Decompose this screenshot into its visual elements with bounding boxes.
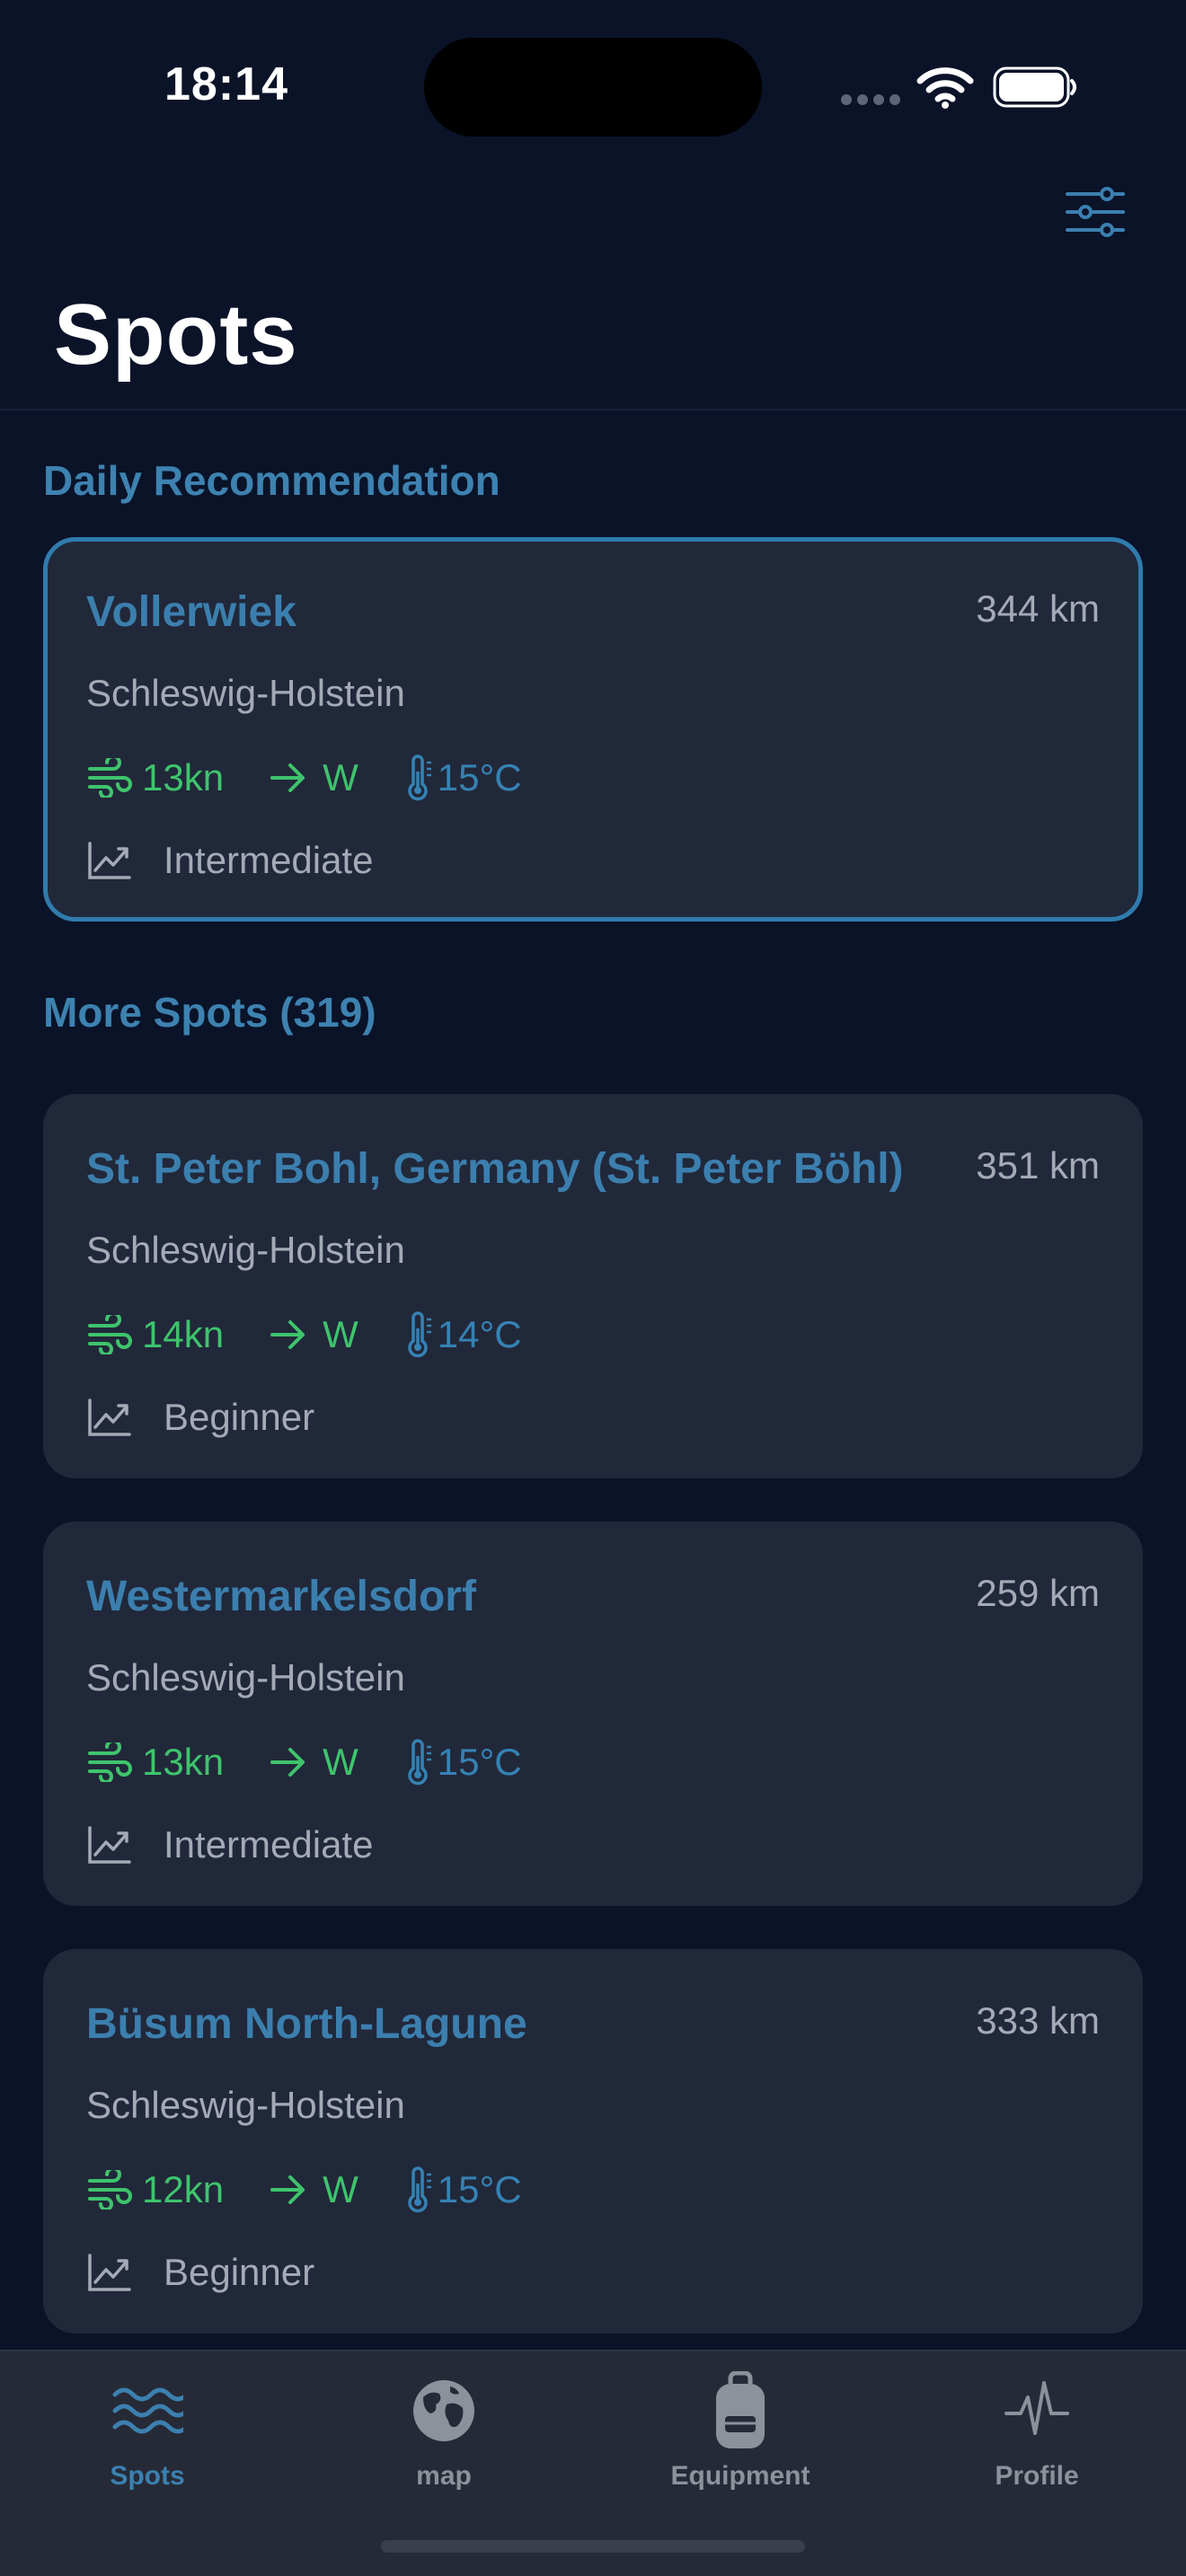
direction-metric: W	[269, 1313, 358, 1356]
wind-icon	[88, 758, 132, 798]
direction-metric: W	[269, 2168, 358, 2211]
spot-name: Westermarkelsdorf	[86, 1573, 476, 1620]
temperature: 14°C	[437, 1313, 522, 1355]
skill-level: Intermediate	[164, 1823, 374, 1866]
wind-icon	[88, 2170, 132, 2210]
spot-card[interactable]: St. Peter Bohl, Germany (St. Peter Böhl)…	[43, 1094, 1143, 1478]
spot-region: Schleswig-Holstein	[86, 1656, 405, 1698]
spot-distance: 333 km	[976, 1999, 1100, 2042]
wifi-icon	[916, 67, 974, 109]
spot-name: St. Peter Bohl, Germany (St. Peter Böhl)	[86, 1145, 904, 1193]
tab-spots[interactable]: Spots	[49, 2369, 246, 2504]
wind-metric: 14kn	[86, 1313, 224, 1356]
wind-speed: 14kn	[142, 1313, 225, 1355]
temperature-metric: 15°C	[405, 2166, 522, 2214]
temperature-metric: 15°C	[405, 1738, 522, 1786]
status-time: 18:14	[164, 58, 288, 110]
battery-icon	[993, 66, 1076, 108]
tab-map[interactable]: map	[345, 2369, 543, 2504]
spot-level: Beginner	[86, 1392, 314, 1442]
waves-icon	[112, 2387, 183, 2434]
wind-metric: 12kn	[86, 2168, 224, 2211]
spot-level: Beginner	[86, 2247, 314, 2298]
arrow-right-icon	[270, 2175, 305, 2204]
wind-direction: W	[323, 1741, 358, 1783]
tab-label: Profile	[995, 2461, 1079, 2491]
more-spots-title: More Spots (319)	[43, 989, 376, 1036]
spot-card[interactable]: Westermarkelsdorf 259 km Schleswig-Holstei…	[43, 1522, 1143, 1906]
thermometer-icon	[408, 1311, 431, 1358]
tab-label: Spots	[110, 2461, 185, 2491]
skill-level: Beginner	[164, 2251, 315, 2293]
wind-speed: 12kn	[142, 2168, 225, 2210]
spot-name: Büsum North-Lagune	[86, 2000, 527, 2048]
thermometer-icon	[408, 1739, 431, 1786]
temperature-metric: 14°C	[405, 1310, 522, 1359]
temperature: 15°C	[437, 2168, 522, 2210]
spot-level: Intermediate	[86, 835, 373, 886]
spot-distance: 344 km	[976, 587, 1100, 630]
wind-direction: W	[323, 756, 358, 798]
wind-direction: W	[323, 1313, 358, 1355]
direction-metric: W	[269, 1741, 358, 1784]
backpack-icon	[716, 2371, 765, 2448]
spot-metrics: 14kn W 14°C	[86, 1310, 522, 1360]
wind-speed: 13kn	[142, 1741, 225, 1783]
spot-region: Schleswig-Holstein	[86, 2084, 405, 2126]
trend-chart-icon	[88, 1826, 131, 1864]
wind-direction: W	[323, 2168, 358, 2210]
temperature: 15°C	[437, 1741, 522, 1783]
spot-distance: 351 km	[976, 1144, 1100, 1187]
spot-metrics: 12kn W 15°C	[86, 2165, 522, 2215]
header-divider	[0, 409, 1186, 410]
globe-icon	[413, 2380, 474, 2441]
tab-profile[interactable]: Profile	[938, 2369, 1136, 2504]
arrow-right-icon	[270, 1320, 305, 1349]
wind-icon	[88, 1742, 132, 1782]
trend-chart-icon	[88, 1398, 131, 1436]
trend-chart-icon	[88, 2254, 131, 2291]
daily-recommendation-title: Daily Recommendation	[43, 457, 500, 504]
featured-spot-card[interactable]: Vollerwiek 344 km Schleswig-Holstein 13k…	[43, 537, 1143, 922]
spot-distance: 259 km	[976, 1572, 1100, 1614]
tab-label: map	[416, 2461, 472, 2491]
spot-metrics: 13kn W 15°C	[86, 1737, 522, 1787]
spot-metrics: 13kn W 15°C	[86, 753, 522, 803]
direction-metric: W	[269, 756, 358, 799]
home-indicator	[381, 2540, 805, 2553]
wind-speed: 13kn	[142, 756, 225, 798]
thermometer-icon	[408, 2166, 431, 2213]
temperature: 15°C	[437, 756, 522, 798]
skill-level: Beginner	[164, 1396, 315, 1438]
spot-level: Intermediate	[86, 1820, 373, 1870]
cellular-signal-icon	[841, 94, 900, 105]
skill-level: Intermediate	[164, 839, 374, 881]
page-title: Spots	[54, 287, 298, 383]
spot-region: Schleswig-Holstein	[86, 672, 405, 714]
trend-chart-icon	[88, 842, 131, 879]
arrow-right-icon	[270, 1748, 305, 1777]
spot-card[interactable]: Büsum North-Lagune 333 km Schleswig-Holste…	[43, 1949, 1143, 2333]
filter-sliders-icon[interactable]	[1064, 185, 1127, 239]
thermometer-icon	[408, 754, 431, 801]
tab-label: Equipment	[670, 2461, 810, 2491]
temperature-metric: 15°C	[405, 754, 522, 802]
spot-region: Schleswig-Holstein	[86, 1229, 405, 1271]
arrow-right-icon	[270, 763, 305, 792]
screen: 18:14 Spots Daily Recommendation Vollerw…	[0, 0, 1186, 2576]
tab-equipment[interactable]: Equipment	[642, 2369, 839, 2504]
heartbeat-icon	[1005, 2381, 1069, 2435]
dynamic-island	[424, 38, 762, 137]
wind-metric: 13kn	[86, 756, 224, 799]
wind-metric: 13kn	[86, 1741, 224, 1784]
wind-icon	[88, 1315, 132, 1354]
spot-name: Vollerwiek	[86, 588, 296, 636]
